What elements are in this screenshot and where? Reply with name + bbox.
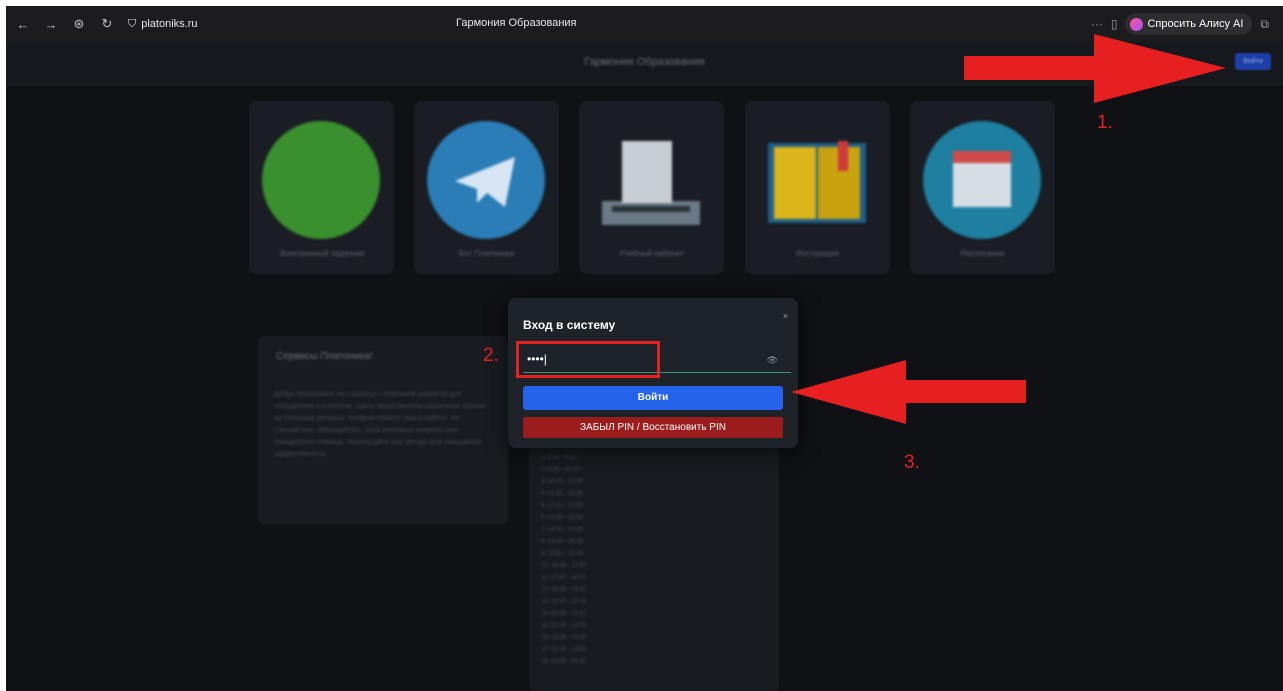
address-bar[interactable]: ⛉ platoniks.ru: [128, 18, 198, 31]
card-instructions[interactable]: Инструкция: [745, 101, 890, 274]
browser-right-tools: ··· ▯ Спросить Алису AI ⧉: [1091, 13, 1269, 35]
book-icon: [758, 121, 876, 239]
close-icon[interactable]: ×: [783, 311, 788, 321]
schedule-list: 1: 8:30 - 9:15 2: 9:25 - 10:10 3: 10:20 - …: [541, 452, 586, 668]
login-button[interactable]: Войти: [523, 386, 783, 410]
services-title: Сервисы Платоника!: [276, 351, 373, 362]
bookmark-icon[interactable]: ▯: [1111, 17, 1118, 31]
schedule-item: 2: 9:25 - 10:10: [541, 467, 580, 473]
modal-title: Вход в систему: [523, 318, 616, 332]
schedule-panel: 1: 8:30 - 9:15 2: 9:25 - 10:10 3: 10:20 - …: [529, 444, 779, 691]
ask-alice-button[interactable]: Спросить Алису AI: [1125, 13, 1253, 35]
schedule-item: 4: 11:15 - 12:00: [541, 491, 583, 497]
schedule-item: 9: 15:50 - 16:35: [541, 551, 584, 557]
card-label: Бот Платоника: [458, 249, 515, 258]
alice-icon: [1130, 17, 1144, 31]
schedule-item: 15: 21:20 - 22:05: [541, 623, 587, 629]
step1-label: 1.: [1097, 112, 1113, 133]
card-label: Расписание: [960, 249, 1005, 258]
show-pin-icon[interactable]: 👁: [767, 355, 778, 366]
card-label: Электронный задачник: [278, 249, 365, 258]
schedule-item: 5: 12:10 - 12:55: [541, 503, 584, 509]
step2-label: 2.: [483, 345, 499, 366]
shield-icon: ⛉: [128, 17, 137, 30]
browser-toolbar: ← → ⊛ ↻ ⛉ platoniks.ru Гармония Образова…: [6, 6, 1283, 42]
schedule-item: 18: 00:05 - 00:50: [541, 659, 587, 665]
schedule-item: 6: 13:05 - 13:50: [541, 515, 584, 521]
ask-alice-label: Спросить Алису AI: [1147, 18, 1244, 30]
card-label: Инструкция: [795, 249, 840, 258]
schedule-item: 8: 14:55 - 15:40: [541, 539, 584, 545]
schedule-item: 13: 19:30 - 20:15: [541, 599, 587, 605]
forgot-pin-button[interactable]: ЗАБЫЛ PIN / Восстановить PIN: [523, 417, 783, 438]
study-apps-logo: [262, 121, 380, 239]
schedule-item: 16: 22:15 - 23:00: [541, 635, 587, 641]
screenshot-frame: ← → ⊛ ↻ ⛉ platoniks.ru Гармония Образова…: [6, 6, 1283, 691]
schedule-item: 11: 17:40 - 18:25: [541, 575, 586, 581]
forward-icon[interactable]: →: [40, 17, 62, 32]
site-header: Гармония Образования: [6, 42, 1283, 86]
schedule-item: 14: 20:25 - 21:10: [541, 611, 587, 617]
services-text: Добро пожаловать на страницу с перечнем …: [274, 391, 486, 458]
services-panel: Сервисы Платоника! Добро пожаловать на с…: [258, 336, 508, 524]
telegram-icon: [427, 121, 545, 239]
step3-label: 3.: [904, 452, 920, 473]
card-label: Учебный кабинет: [619, 249, 684, 258]
url-text: platoniks.ru: [141, 18, 198, 30]
arrow-to-submit-icon: [791, 360, 1026, 424]
schedule-item: 7: 14:00 - 14:45: [541, 527, 584, 533]
protect-icon[interactable]: ⊛: [68, 16, 90, 32]
more-icon[interactable]: ···: [1091, 17, 1103, 31]
calendar-icon: [923, 121, 1041, 239]
card-schedule[interactable]: Расписание: [910, 101, 1055, 274]
card-classroom[interactable]: Учебный кабинет: [579, 101, 724, 274]
schedule-item: 3: 10:20 - 11:05: [541, 479, 583, 485]
page-tab-title: Гармония Образования: [456, 17, 577, 29]
back-icon[interactable]: ←: [12, 17, 34, 32]
schedule-item: 12: 18:35 - 19:20: [541, 587, 587, 593]
site-title: Гармония Образования: [584, 56, 705, 68]
card-study-apps[interactable]: Электронный задачник: [249, 101, 394, 274]
reload-icon[interactable]: ↻: [96, 16, 118, 32]
schedule-item: 10: 16:45 - 17:30: [541, 563, 587, 569]
ballot-icon: [592, 121, 710, 239]
highlight-pin-box: [516, 341, 660, 378]
side-panel-icon[interactable]: ⧉: [1260, 17, 1269, 32]
schedule-item: 1: 8:30 - 9:15: [541, 455, 577, 461]
header-login-button[interactable]: Войти: [1235, 53, 1271, 70]
card-telegram-bot[interactable]: Бот Платоника: [414, 101, 559, 274]
schedule-item: 17: 23:10 - 23:55: [541, 647, 587, 653]
